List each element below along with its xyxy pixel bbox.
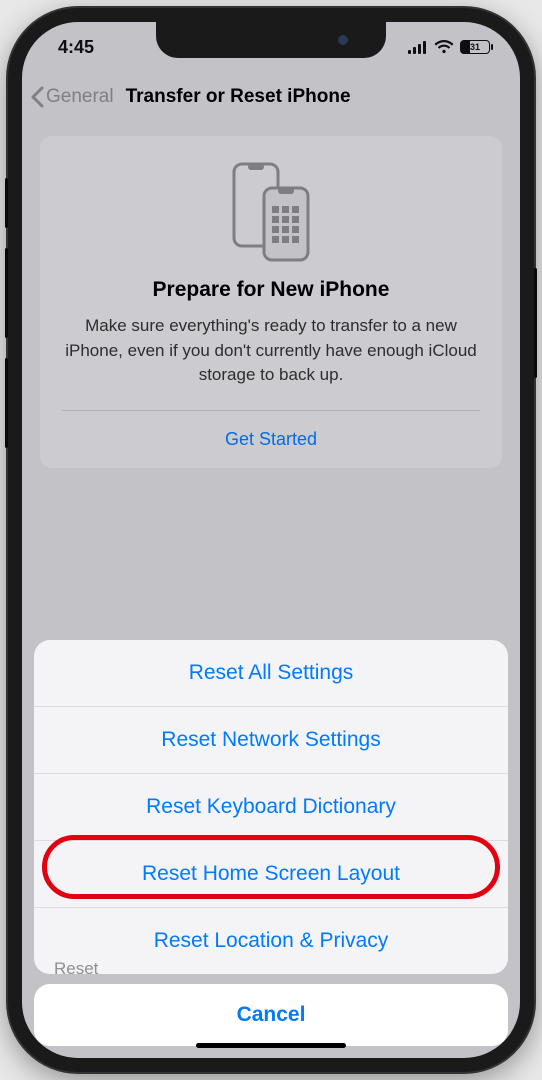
- status-time: 4:45: [58, 37, 94, 58]
- chevron-left-icon: [30, 86, 44, 108]
- action-sheet-group: Reset All Settings Reset Network Setting…: [34, 640, 508, 974]
- wifi-icon: [434, 40, 454, 54]
- back-button[interactable]: General: [30, 86, 114, 108]
- content-area: Prepare for New iPhone Make sure everyth…: [22, 122, 520, 482]
- iphone-device-frame: 4:45 31: [8, 8, 534, 1072]
- notch: [156, 22, 386, 58]
- page-title: Transfer or Reset iPhone: [126, 86, 351, 108]
- reset-keyboard-dictionary-button[interactable]: Reset Keyboard Dictionary: [34, 773, 508, 840]
- reset-location-privacy-button[interactable]: Reset Location & Privacy: [34, 907, 508, 974]
- action-sheet: Reset All Settings Reset Network Setting…: [22, 640, 520, 1058]
- nav-bar: General Transfer or Reset iPhone: [22, 72, 520, 122]
- reset-home-screen-layout-button[interactable]: Reset Home Screen Layout: [34, 840, 508, 907]
- get-started-button[interactable]: Get Started: [62, 411, 480, 468]
- home-indicator[interactable]: [196, 1043, 346, 1048]
- screen: 4:45 31: [22, 22, 520, 1058]
- battery-fill: [461, 41, 470, 53]
- prepare-card: Prepare for New iPhone Make sure everyth…: [40, 136, 502, 468]
- prepare-body: Make sure everything's ready to transfer…: [62, 314, 480, 388]
- cancel-button[interactable]: Cancel: [34, 984, 508, 1046]
- back-label: General: [46, 86, 114, 108]
- reset-network-settings-button[interactable]: Reset Network Settings: [34, 706, 508, 773]
- hidden-row-peek: Reset: [54, 959, 98, 974]
- battery-icon: 31: [460, 40, 490, 54]
- cellular-icon: [408, 41, 428, 54]
- transfer-devices-icon: [226, 162, 316, 262]
- reset-all-settings-button[interactable]: Reset All Settings: [34, 640, 508, 706]
- battery-percent: 31: [470, 42, 480, 52]
- status-right: 31: [408, 40, 490, 54]
- prepare-heading: Prepare for New iPhone: [62, 278, 480, 302]
